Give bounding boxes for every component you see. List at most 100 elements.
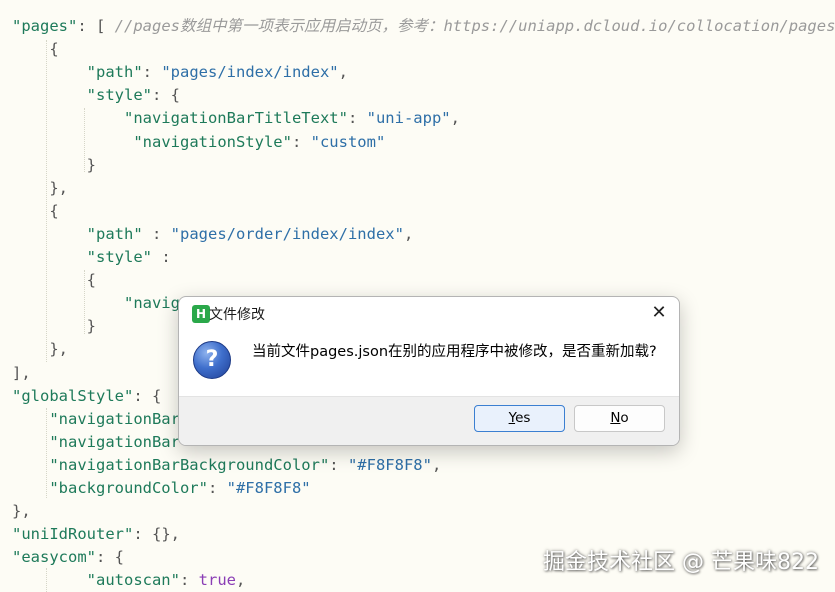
code-token: }, [12,340,68,359]
code-token: : [142,63,162,82]
code-token: "easycom" [12,548,96,567]
code-token: : [ [77,17,115,35]
code-token: "pages/order/index/index" [170,224,404,243]
file-modified-dialog: H 文件修改 ✕ ? 当前文件pages.json在别的应用程序中被修改，是否重… [178,296,680,446]
code-line: "easycom": { [12,546,124,568]
code-token: "#F8F8F8" [226,479,311,497]
code-token: , [450,109,460,128]
code-line: "style" : [12,246,171,268]
code-line: }, [12,338,68,360]
code-line: }, [12,500,31,522]
code-token: "path" [86,224,143,243]
code-token: }, [12,178,68,197]
code-token: : [291,132,311,151]
code-line: "pages": [ //pages数组中第一项表示应用启动页，参考：https… [12,15,835,37]
code-token: } [12,155,96,174]
yes-button[interactable]: Yes [474,405,565,432]
code-token: "style" [86,86,152,105]
code-token: , [235,571,246,590]
code-token: { [12,201,59,220]
close-icon[interactable]: ✕ [645,301,673,325]
code-token: }, [12,502,31,521]
code-token: "pages/index/index" [161,63,339,82]
code-line: "backgroundColor": "#F8F8F8" [12,477,311,499]
code-token: , [338,63,348,82]
code-token: "navigationStyle" [133,132,292,151]
code-line: } [12,154,96,176]
code-token: : [329,455,348,474]
question-mark-icon: ? [193,341,231,379]
code-line: "style": { [12,84,180,106]
code-line: "navigationStyle": "custom" [12,131,385,153]
code-token: , [403,224,414,243]
code-line: ], [12,362,31,384]
code-token: "path" [86,63,143,82]
code-line: "globalStyle": { [12,385,161,407]
no-hotkey: N [610,410,621,426]
code-token: "#F8F8F8" [347,455,432,474]
code-line: { [12,38,59,60]
code-line: "path": "pages/index/index", [12,61,348,83]
code-line: "naviga [12,292,189,314]
code-token: : [142,224,171,243]
no-button[interactable]: No [574,405,665,432]
dialog-message: 当前文件pages.json在别的应用程序中被修改，是否重新加载? [252,344,657,360]
code-token: "navigationBar [49,432,180,451]
code-line: { [12,200,59,222]
code-line: "navigationBarTitleText": "uni-app", [12,107,460,129]
code-token: "navigationBar [49,409,180,428]
code-token: { [12,40,59,59]
code-token: ], [12,363,31,382]
yes-label: es [515,410,531,426]
code-token: } [12,317,96,336]
code-line: } [12,315,96,337]
code-token: "pages" [12,17,78,35]
code-token: : [207,479,227,497]
code-line: "path" : "pages/order/index/index", [12,223,414,245]
code-token: : { [133,386,162,405]
code-line: "navigationBar [12,408,180,430]
code-token: : [347,109,367,128]
code-token: : { [151,86,180,105]
code-token: "backgroundColor" [49,479,208,497]
code-token: "navigationBarBackgroundColor" [49,455,330,474]
code-line: "uniIdRouter": {}, [12,523,180,545]
code-token: //pages数组中第一项表示应用启动页，参考：https://uniapp.d… [114,17,835,35]
code-token: "uniIdRouter" [12,525,134,544]
code-token: "autoscan" [86,571,180,590]
code-token: : [151,248,171,266]
dialog-title: 文件修改 [209,307,265,323]
no-label: o [620,410,629,426]
code-line: "navigationBar [12,431,180,453]
code-token: , [431,455,442,474]
code-token: true [198,571,236,590]
code-token: "uni-app" [366,109,451,128]
dialog-body: ? 当前文件pages.json在别的应用程序中被修改，是否重新加载? [179,329,679,396]
code-token: "style" [86,248,152,266]
code-line: }, [12,177,68,199]
dialog-footer: Yes No [179,396,679,445]
code-token: "globalStyle" [12,386,134,405]
code-token: "navigationBarTitleText" [123,109,348,128]
code-token: : [179,571,199,590]
dialog-titlebar: H 文件修改 ✕ [179,297,679,329]
code-token: { [12,271,96,290]
hbuilder-app-icon: H [192,305,210,323]
code-token: : {}, [133,525,180,544]
code-line: { [12,269,96,291]
code-token: : { [96,548,124,567]
code-token: "custom" [310,132,386,151]
watermark: 掘金技术社区 @ 芒果味822 [543,550,819,575]
